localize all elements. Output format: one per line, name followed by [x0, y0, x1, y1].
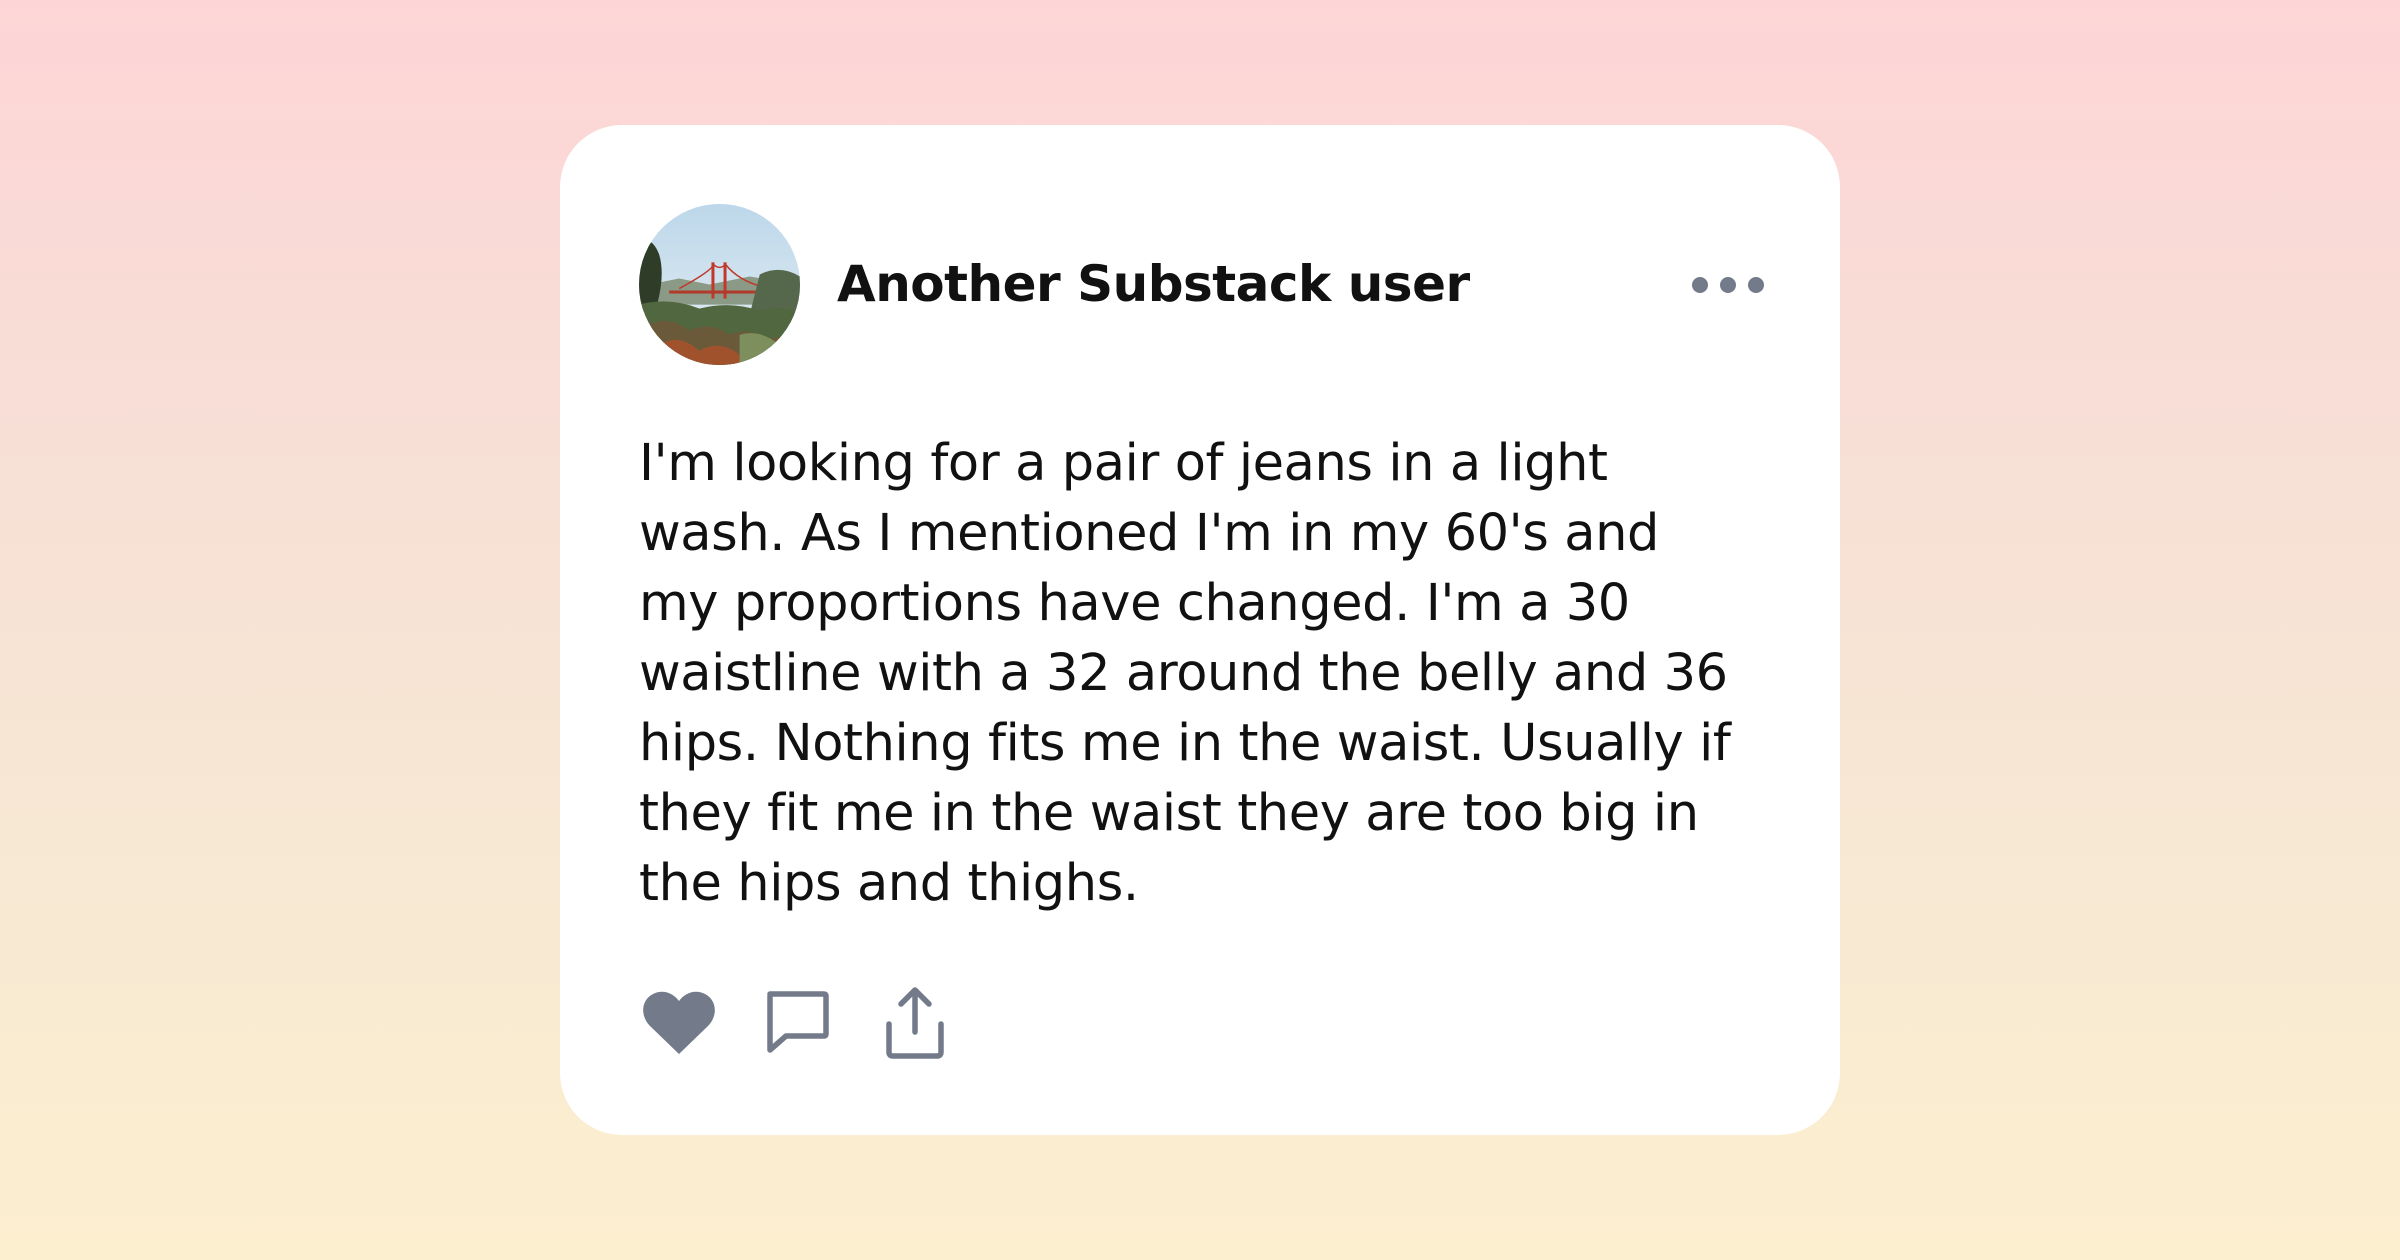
ellipsis-icon — [1692, 277, 1764, 293]
post-body-line: hips. Nothing fits me in the waist. Usua… — [639, 714, 1731, 773]
avatar-photo-image — [639, 204, 800, 365]
post-body-line: wash. As I mentioned I'm in my 60's and — [639, 504, 1660, 563]
post-body-line: they fit me in the waist they are too bi… — [639, 784, 1699, 843]
post-actions — [639, 983, 1039, 1063]
post-body-line: I'm looking for a pair of jeans in a lig… — [639, 434, 1608, 493]
comment-button[interactable] — [757, 983, 837, 1063]
speech-bubble-icon — [767, 991, 829, 1053]
share-button[interactable] — [875, 983, 955, 1063]
share-upload-icon — [886, 987, 944, 1059]
more-options-button[interactable] — [1680, 259, 1776, 311]
post-body-line: waistline with a 32 around the belly and… — [639, 644, 1728, 703]
note-card: Another Substack user I'm looking for a … — [560, 125, 1840, 1135]
author-name[interactable]: Another Substack user — [837, 253, 1470, 315]
post-body: I'm looking for a pair of jeans in a lig… — [639, 429, 1779, 919]
post-body-line: my proportions have changed. I'm a 30 — [639, 574, 1630, 633]
user-avatar[interactable] — [639, 204, 800, 365]
like-button[interactable] — [639, 983, 719, 1063]
heart-icon — [643, 991, 715, 1054]
post-body-line: the hips and thighs. — [639, 854, 1139, 913]
